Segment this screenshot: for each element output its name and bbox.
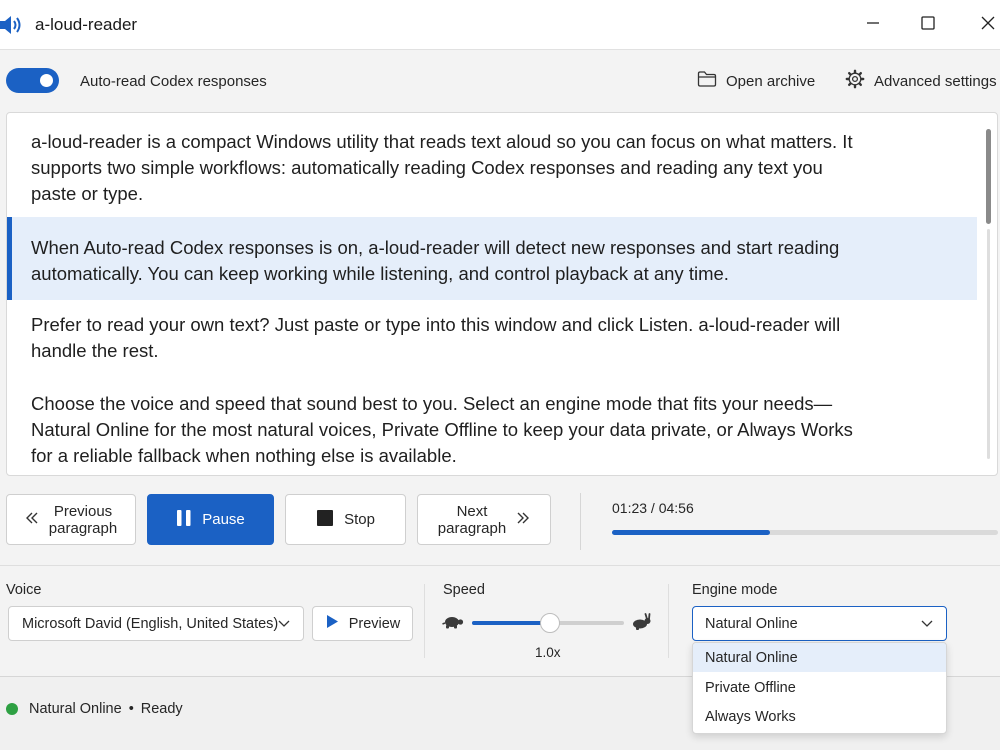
speaker-icon: [0, 14, 24, 36]
maximize-icon: [921, 15, 935, 35]
playback-progress-bar[interactable]: [612, 530, 998, 535]
settings-divider-1: [424, 584, 425, 658]
settings-divider-2: [668, 584, 669, 658]
rabbit-icon: [631, 613, 653, 636]
previous-paragraph-button[interactable]: Previous paragraph: [6, 494, 136, 545]
engine-option-always-works[interactable]: Always Works: [693, 702, 946, 731]
time-display: 01:23 / 04:56: [612, 500, 694, 516]
paragraph-4: Choose the voice and speed that sound be…: [31, 393, 853, 466]
speed-value: 1.0x: [535, 645, 561, 660]
speed-label: Speed: [443, 582, 485, 598]
auto-read-label: Auto-read Codex responses: [80, 73, 267, 90]
engine-mode-select[interactable]: Natural Online: [692, 606, 947, 641]
chevron-down-icon: [277, 616, 291, 634]
stop-button[interactable]: Stop: [285, 494, 406, 545]
close-button[interactable]: [965, 0, 1000, 50]
close-icon: [981, 16, 995, 35]
status-state: Ready: [140, 701, 183, 717]
previous-label-line2: paragraph: [48, 519, 118, 537]
voice-label: Voice: [6, 582, 42, 598]
scrollbar-track[interactable]: [987, 229, 990, 459]
engine-mode-dropdown: Natural Online Private Offline Always Wo…: [692, 642, 947, 734]
minimize-button[interactable]: [850, 0, 896, 50]
preview-button[interactable]: Preview: [312, 606, 413, 641]
controls-divider: [580, 493, 581, 550]
speed-slider-thumb[interactable]: [539, 613, 560, 633]
stop-icon: [316, 509, 334, 531]
advanced-settings-label: Advanced settings: [874, 72, 997, 90]
paragraph-1: a-loud-reader is a compact Windows utili…: [31, 131, 853, 204]
pause-button[interactable]: Pause: [147, 494, 274, 545]
double-chevron-left-icon: [25, 511, 39, 529]
open-archive-button[interactable]: Open archive: [697, 66, 815, 96]
paragraph-2-current: When Auto-read Codex responses is on, a-…: [31, 237, 840, 284]
pause-label: Pause: [202, 511, 245, 528]
advanced-settings-button[interactable]: Advanced settings: [845, 66, 997, 96]
auto-read-toggle[interactable]: [6, 68, 59, 93]
speed-slider-fill: [472, 621, 550, 625]
preview-label: Preview: [348, 615, 401, 632]
window-title: a-loud-reader: [35, 15, 138, 34]
engine-option-private-offline[interactable]: Private Offline: [693, 673, 946, 702]
progress-fill: [612, 530, 771, 535]
reader-scrollbar[interactable]: [985, 119, 993, 465]
pause-icon: [176, 509, 192, 531]
paragraph-3: Prefer to read your own text? Just paste…: [31, 314, 841, 361]
open-archive-label: Open archive: [726, 72, 816, 90]
minimize-icon: [866, 16, 880, 35]
next-label-line1: Next: [456, 502, 488, 520]
engine-mode-label: Engine mode: [692, 582, 778, 598]
voice-select[interactable]: Microsoft David (English, United States): [8, 606, 304, 641]
engine-selected-value: Natural Online: [705, 615, 798, 632]
stop-label: Stop: [344, 511, 375, 528]
voice-selected-value: Microsoft David (English, United States): [22, 615, 279, 632]
title-bar: a-loud-reader: [0, 0, 1000, 50]
status-engine: Natural Online: [29, 701, 122, 717]
next-paragraph-button[interactable]: Next paragraph: [417, 494, 551, 545]
scrollbar-thumb[interactable]: [986, 129, 991, 224]
toggle-knob: [40, 74, 53, 87]
engine-option-natural-online[interactable]: Natural Online: [693, 643, 946, 672]
next-label-line2: paragraph: [437, 519, 507, 537]
status-separator: •: [128, 701, 134, 717]
play-icon: [325, 614, 339, 633]
maximize-button[interactable]: [905, 0, 951, 50]
status-text: Natural Online • Ready: [29, 701, 183, 717]
double-chevron-right-icon: [516, 511, 530, 529]
reader-text-area[interactable]: a-loud-reader is a compact Windows utili…: [6, 112, 998, 476]
status-indicator-dot: [6, 703, 18, 715]
gear-icon: [845, 69, 865, 93]
folder-icon: [697, 70, 717, 92]
previous-label-line1: Previous: [53, 502, 113, 520]
turtle-icon: [442, 614, 464, 635]
chevron-down-icon: [920, 616, 934, 634]
